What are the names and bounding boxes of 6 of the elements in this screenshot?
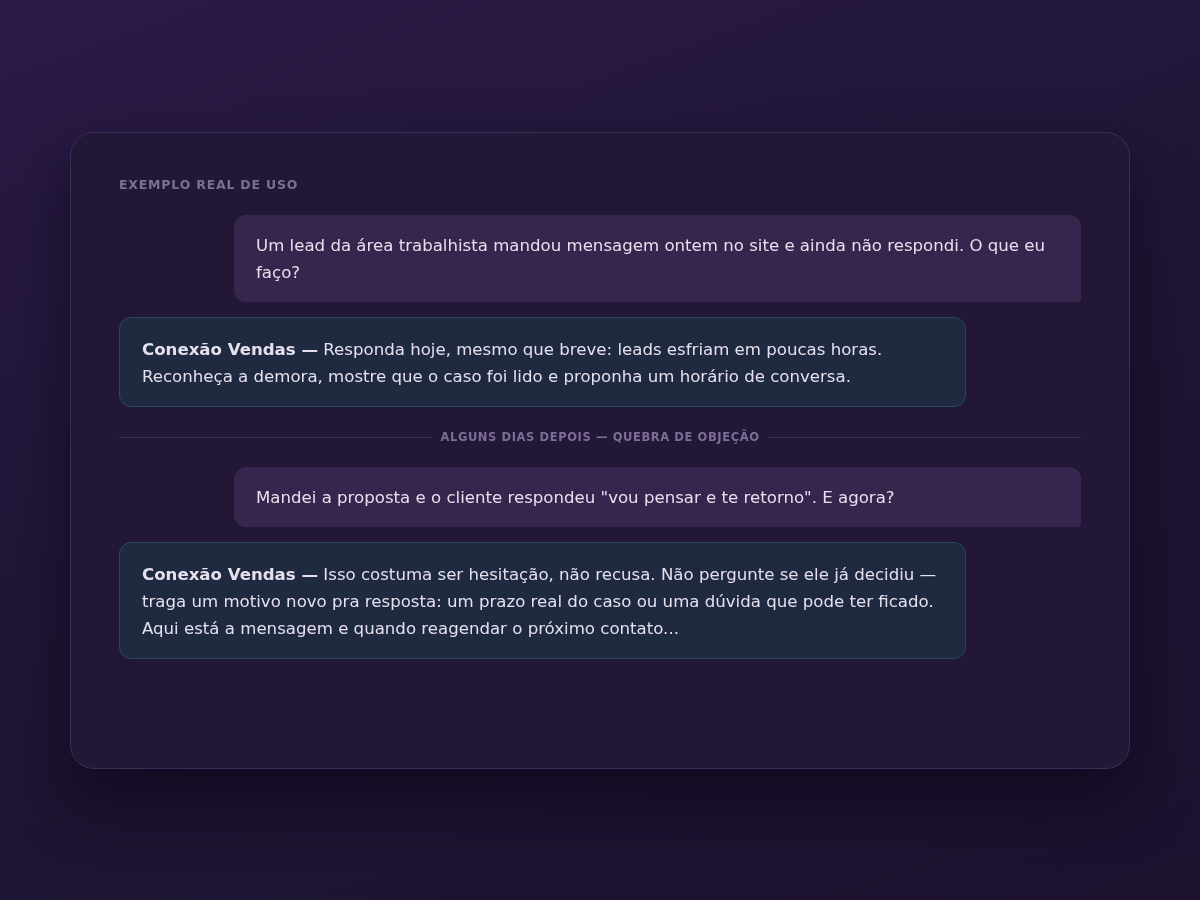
user-message: Mandei a proposta e o cliente respondeu "vou pensar e te retorno". E agora? — [234, 467, 1081, 527]
section-label: EXEMPLO REAL DE USO — [119, 177, 300, 192]
assistant-message: Conexão Vendas — Isso costuma ser hesitação, não recusa. Não pergunte se ele já decidiu — traga um motivo novo pra resposta: um prazo real do caso ou uma dúvida que pode ter ficado. Aqui está a mensagem e quando reagendar o próximo contato... — [119, 542, 966, 659]
assistant-message: Conexão Vendas — Responda hoje, mesmo que breve: leads esfriam em poucas horas. Reconheça a demora, mostre que o caso foi lido e proponha um horário de conversa. — [119, 317, 966, 407]
divider-label: ALGUNS DIAS DEPOIS — QUEBRA DE OBJEÇÃO — [440, 430, 760, 444]
user-message: Um lead da área trabalhista mandou mensagem ontem no site e ainda não respondi. O que eu faço? — [234, 215, 1081, 302]
